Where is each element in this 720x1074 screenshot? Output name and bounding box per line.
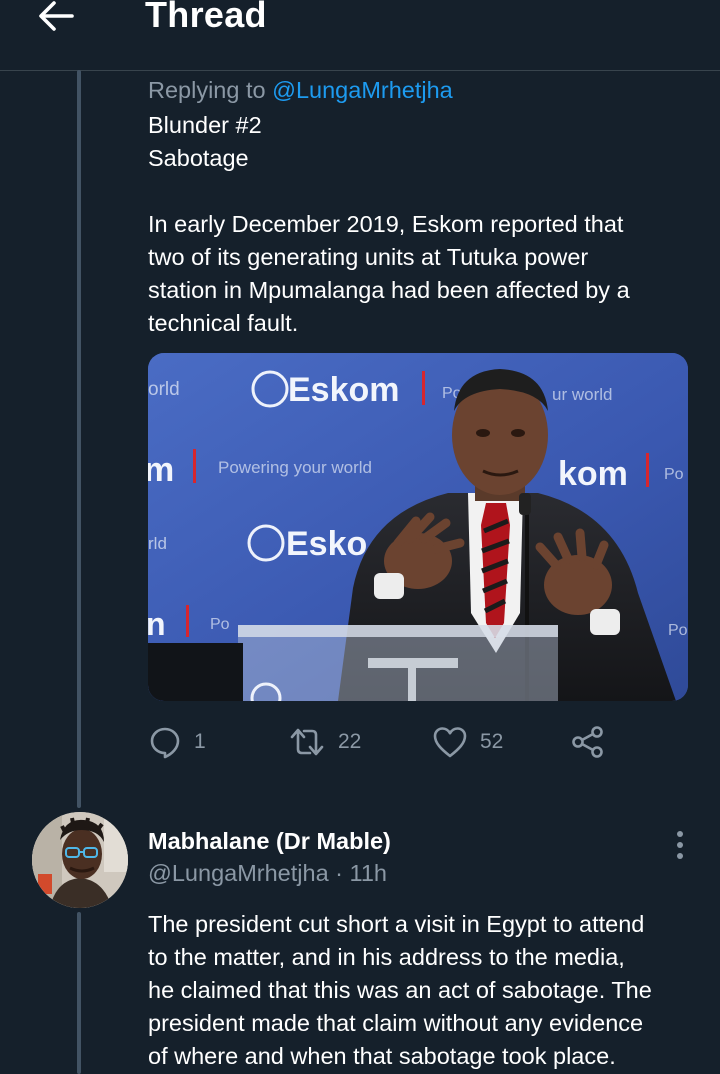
tweet-text-line: technical fault. [148, 310, 299, 336]
tweet-text-line: to the matter, and in his address to the… [148, 944, 625, 970]
tweet-text-line: president made that claim without any ev… [148, 1010, 644, 1036]
reply-icon [150, 727, 180, 759]
author-display-name[interactable]: Mabhalane (Dr Mable) [148, 828, 391, 855]
reply-button[interactable]: 1 [148, 722, 206, 762]
svg-text:Po: Po [664, 466, 684, 483]
tweet-text-line: he claimed that this was an act of sabot… [148, 977, 652, 1003]
vertical-dots-icon [677, 831, 683, 859]
tweet-text-line: Sabotage [148, 145, 249, 171]
retweet-icon [290, 728, 324, 756]
svg-text:rld: rld [148, 534, 167, 553]
tweet-text-line: In early December 2019, Eskom reported t… [148, 211, 624, 237]
tweet-action-bar: 1 22 52 [148, 722, 618, 762]
tweet-media-image[interactable]: orld Eskom Pow ur world m Powering your … [148, 353, 688, 701]
tweet-text-line: of where and when that sabotage took pla… [148, 1043, 616, 1069]
thread-connector-line [77, 912, 81, 1074]
svg-text:Powering your world: Powering your world [218, 458, 372, 477]
svg-text:Eskom: Eskom [288, 371, 400, 409]
retweet-button[interactable]: 22 [288, 722, 361, 762]
svg-text:ur world: ur world [552, 385, 612, 404]
tweet-text-line: Blunder #2 [148, 112, 262, 138]
author-meta: @LungaMrhetjha · 11h [148, 860, 387, 887]
svg-text:Esko: Esko [286, 525, 367, 563]
replying-to-handle[interactable]: @LungaMrhetjha [272, 77, 453, 103]
reply-count: 1 [194, 730, 206, 753]
like-button[interactable]: 52 [432, 722, 503, 762]
svg-text:orld: orld [148, 379, 180, 400]
meta-separator: · [335, 860, 343, 886]
svg-text:kom: kom [558, 455, 628, 493]
tweet-timestamp[interactable]: 11h [350, 860, 387, 886]
replying-to-context: Replying to @LungaMrhetjha [148, 74, 453, 107]
thread-connector-line [77, 70, 81, 808]
more-options-button[interactable] [664, 828, 696, 862]
like-count: 52 [480, 730, 504, 753]
heart-icon [433, 727, 467, 758]
svg-text:Po: Po [210, 616, 230, 633]
tweet-text-line: two of its generating units at Tutuka po… [148, 244, 589, 270]
svg-text:Po: Po [668, 622, 688, 639]
retweet-count: 22 [338, 730, 362, 753]
arrow-left-icon [39, 1, 74, 31]
top-bar: Thread [0, 0, 720, 71]
author-handle[interactable]: @LungaMrhetjha [148, 860, 329, 886]
tweet-text-line: The president cut short a visit in Egypt… [148, 911, 645, 937]
svg-text:m: m [148, 451, 174, 489]
share-button[interactable] [570, 722, 606, 762]
tweet-text-line: station in Mpumalanga had been affected … [148, 277, 630, 303]
replying-to-label: Replying to [148, 77, 266, 103]
back-button[interactable] [34, 0, 78, 34]
svg-text:n: n [148, 606, 166, 642]
page-title: Thread [145, 0, 267, 35]
press-conference-photo: orld Eskom Pow ur world m Powering your … [148, 353, 688, 701]
avatar[interactable] [32, 812, 128, 908]
profile-photo [32, 812, 128, 908]
share-icon [572, 726, 603, 758]
